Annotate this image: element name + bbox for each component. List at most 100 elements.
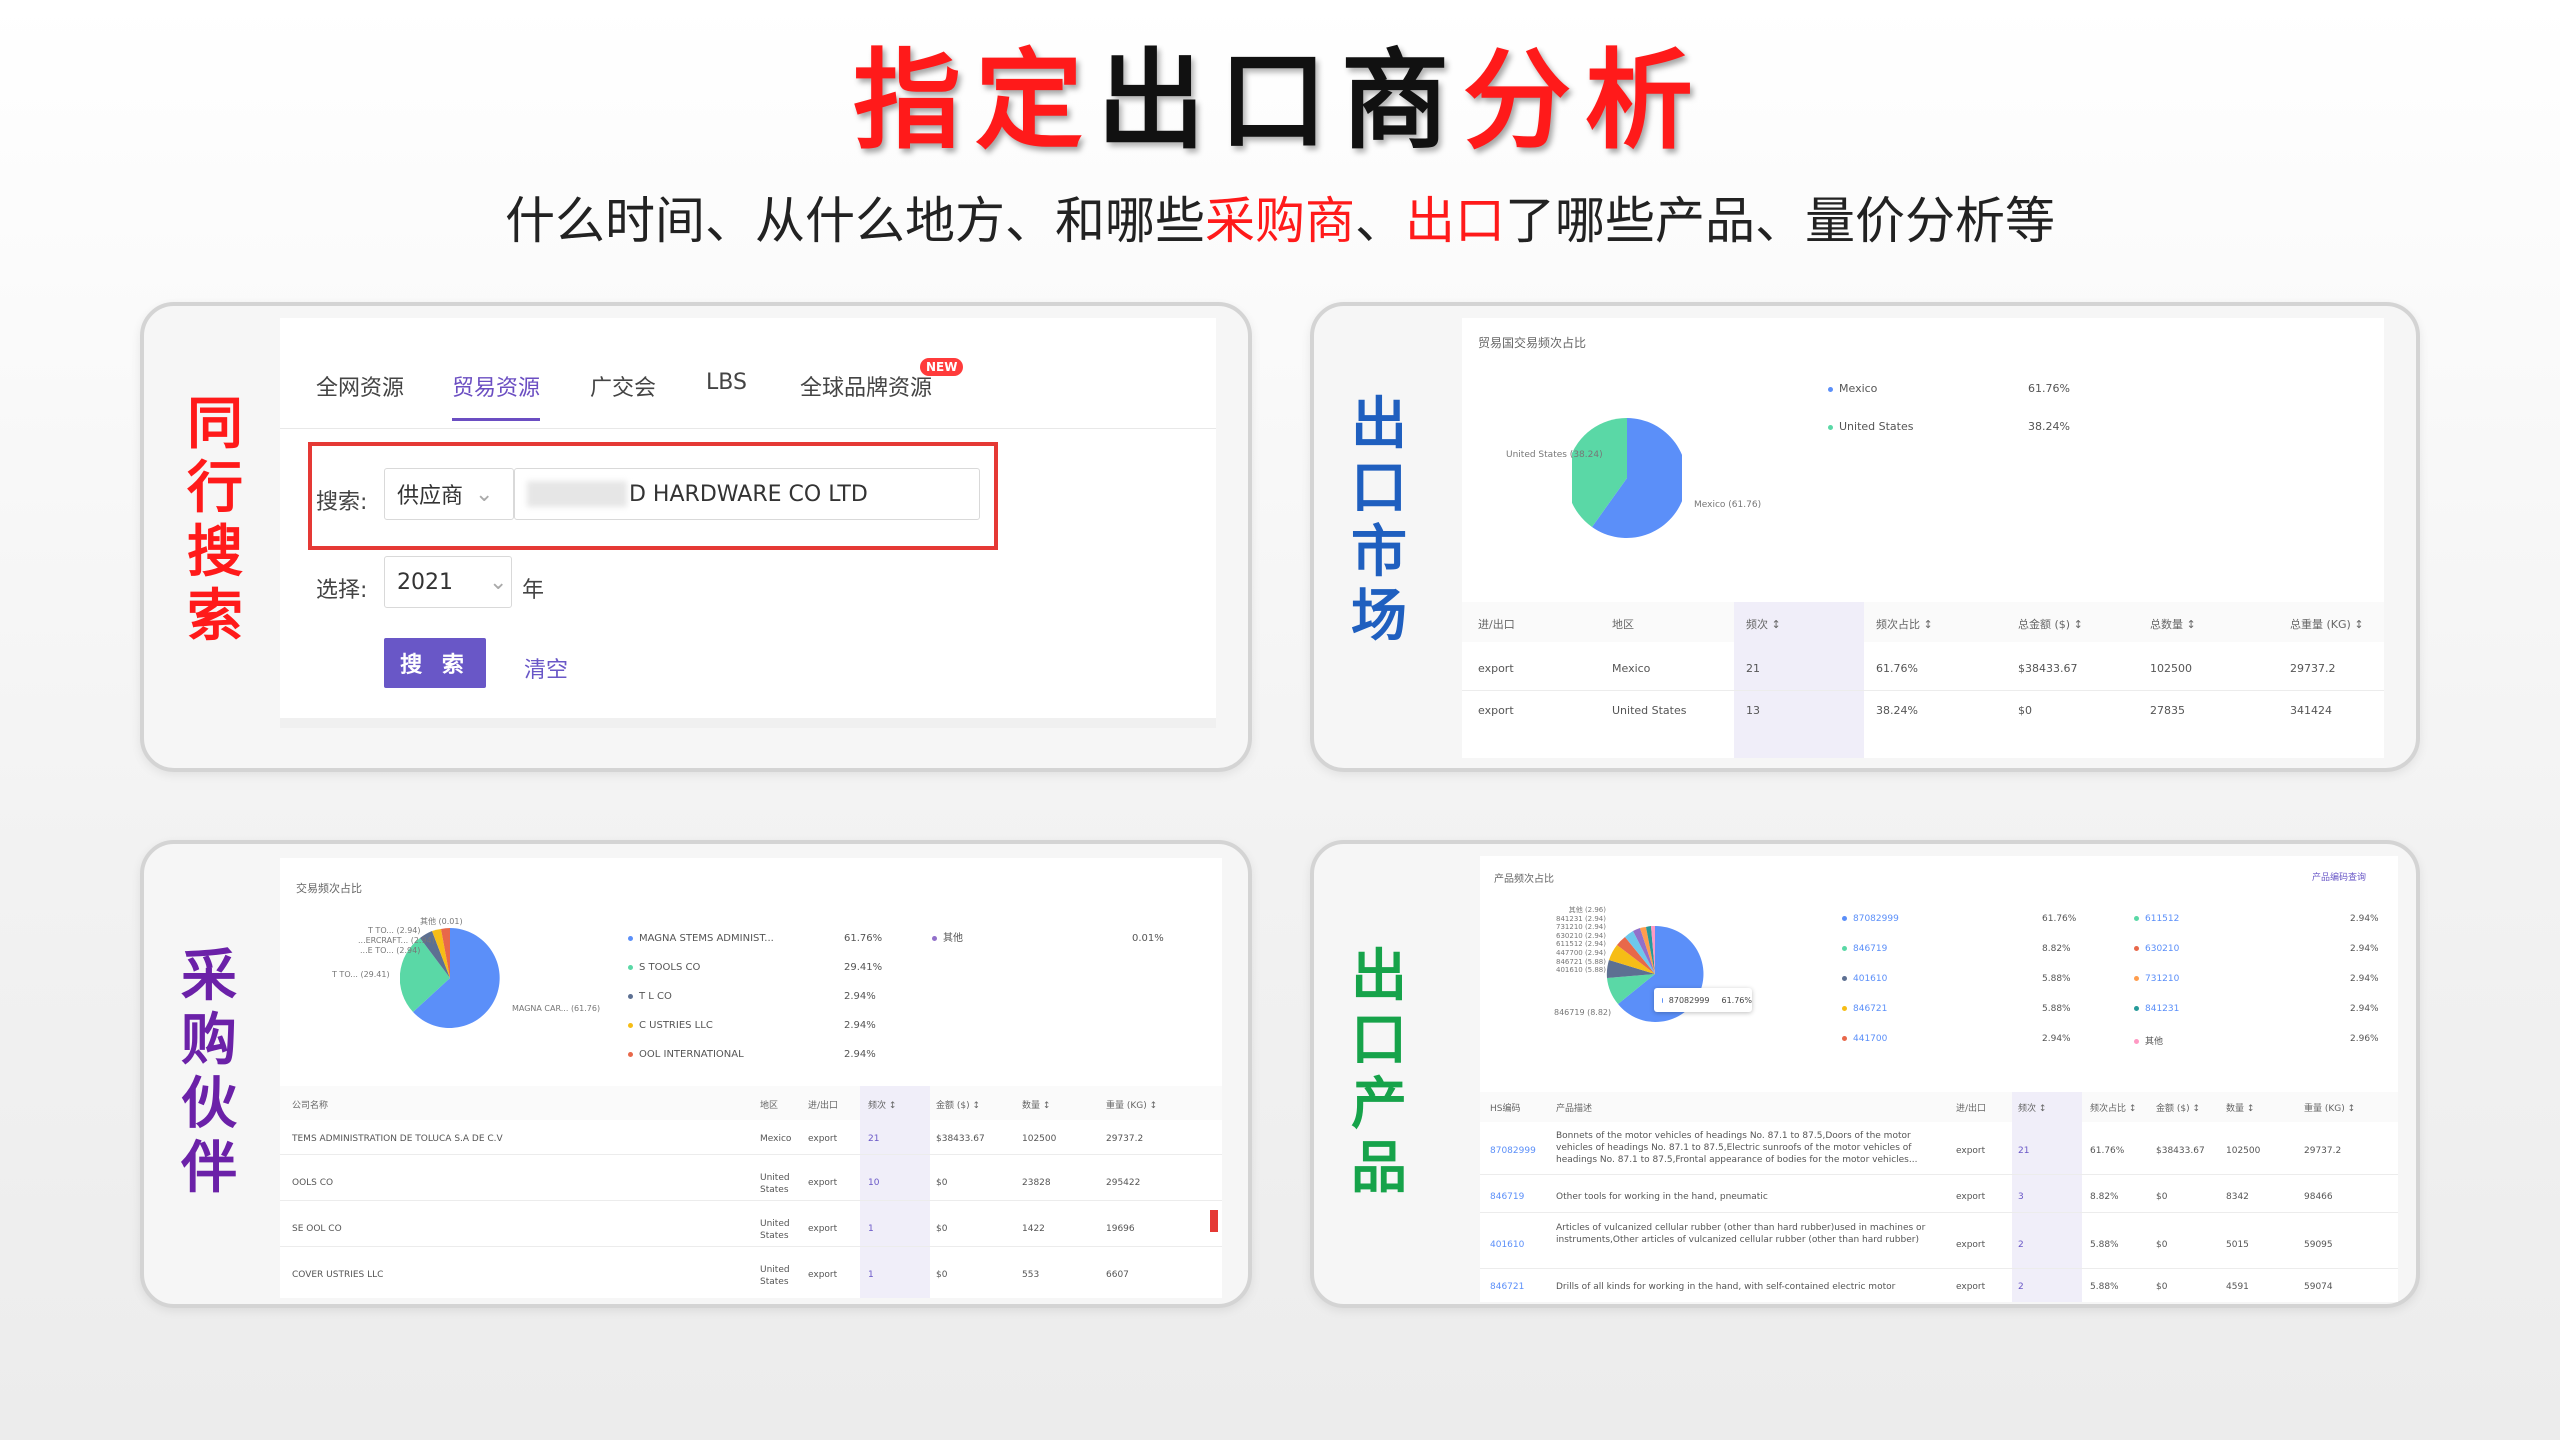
search-query-input[interactable]: D HARDWARE CO LTD: [514, 468, 980, 520]
legend-pct: 2.94%: [2350, 944, 2379, 954]
products-cell[interactable]: 401610: [1490, 1240, 1524, 1250]
th-hs-code: HS编码: [1490, 1104, 1521, 1114]
partners-cell: 295422: [1106, 1178, 1141, 1188]
market-legend-item: Mexico 61.76%: [1828, 382, 2088, 395]
tab-canton-fair[interactable]: 广交会: [590, 370, 656, 402]
th-amount[interactable]: 金额 ($) ↕: [936, 1098, 980, 1111]
partners-cell: 553: [1022, 1270, 1040, 1280]
row-divider: [280, 1246, 1222, 1247]
legend-pct: 61.76%: [844, 933, 883, 944]
scroll-indicator[interactable]: [1210, 1210, 1218, 1232]
legend-item: 87082999: [1842, 914, 1899, 924]
products-cell[interactable]: 846719: [1490, 1192, 1524, 1202]
products-cell: 98466: [2304, 1192, 2333, 1202]
th-quantity[interactable]: 数量 ↕: [1022, 1098, 1050, 1111]
products-cell[interactable]: 2: [2018, 1240, 2024, 1250]
products-cell[interactable]: 2: [2018, 1282, 2024, 1292]
tab-trade[interactable]: 贸易资源: [452, 370, 541, 421]
card-export-market: 出口市场 贸易国交易频次占比 United States (38.24) Mex…: [1310, 302, 2420, 772]
th-frequency[interactable]: 频次 ↕: [1746, 616, 1781, 632]
partners-cell: SE OOL CO: [292, 1224, 342, 1234]
th-total-amount[interactable]: 总金额 ($) ↕: [2018, 616, 2083, 632]
legend-pct: 2.94%: [844, 1020, 876, 1031]
partners-cell[interactable]: 21: [868, 1134, 879, 1144]
search-button[interactable]: 搜 索: [384, 638, 486, 688]
partners-cell[interactable]: 1: [868, 1224, 874, 1234]
partners-cell[interactable]: 1: [868, 1270, 874, 1280]
th-frequency[interactable]: 频次 ↕: [868, 1098, 896, 1111]
market-chart-title: 贸易国交易频次占比: [1478, 336, 1587, 350]
th-total-qty[interactable]: 总数量 ↕: [2150, 616, 2196, 632]
products-cell: $0: [2156, 1240, 2168, 1250]
market-cell: 341424: [2290, 704, 2332, 717]
title-part-3: 分析: [1463, 39, 1708, 164]
market-panel: 贸易国交易频次占比 United States (38.24) Mexico (…: [1462, 318, 2384, 758]
search-type-select[interactable]: 供应商 ⌄: [384, 468, 514, 520]
legend-code: 630210: [2145, 944, 2180, 954]
row-divider: [1480, 1212, 2398, 1213]
tab-global-brands[interactable]: 全球品牌资源: [800, 370, 932, 402]
legend-pct: 2.94%: [844, 1049, 876, 1060]
legend-dot-icon: [932, 935, 937, 941]
subtitle-highlight: 采购商: [1205, 192, 1355, 250]
partners-cell: TEMS ADMINISTRATION DE TOLUCA S.A DE C.V: [292, 1134, 503, 1144]
partners-pie-label: T TO... (29.41): [332, 970, 390, 979]
products-cell[interactable]: 3: [2018, 1192, 2024, 1202]
year-select[interactable]: 2021 ⌄: [384, 556, 512, 608]
legend-pct: 0.01%: [1132, 933, 1164, 944]
clear-link[interactable]: 清空: [524, 652, 568, 684]
market-cell: Mexico: [1612, 662, 1651, 675]
market-legend-item: United States 38.24%: [1828, 420, 2088, 433]
products-cell[interactable]: 846721: [1490, 1282, 1524, 1292]
products-panel: 产品频次占比 产品编码查询 其他 (2.96) 841231 (2.94) 73…: [1480, 856, 2398, 1302]
tab-all-web[interactable]: 全网资源: [316, 370, 404, 402]
legend-name: C USTRIES LLC: [639, 1020, 713, 1031]
partners-cell[interactable]: 10: [868, 1178, 879, 1188]
market-cell: 38.24%: [1876, 704, 1918, 717]
legend-pct: 61.76%: [2028, 382, 2070, 395]
pie-label: 其他 (2.96): [1568, 906, 1606, 914]
pie-label: 630210 (2.94): [1556, 931, 1606, 940]
title-part-1: 指定: [852, 39, 1097, 164]
subtitle-highlight: 出口: [1405, 192, 1505, 250]
legend-code: 401610: [1853, 974, 1888, 984]
partners-cell: 19696: [1106, 1224, 1135, 1234]
legend-row: 846721 5.88% 841231 2.94%: [1842, 1004, 2382, 1034]
tab-lbs[interactable]: LBS: [706, 370, 747, 395]
products-cell[interactable]: 87082999: [1490, 1146, 1536, 1156]
products-cell: 8342: [2226, 1192, 2249, 1202]
th-total-weight[interactable]: 总重量 (KG) ↕: [2290, 616, 2364, 632]
legend-name: Mexico: [1839, 382, 1878, 395]
legend-code: 其他: [2145, 1037, 2164, 1047]
th-weight[interactable]: 重量 (KG) ↕: [2304, 1101, 2355, 1114]
th-frequency-ratio[interactable]: 频次占比 ↕: [2090, 1101, 2136, 1114]
th-amount[interactable]: 金额 ($) ↕: [2156, 1101, 2200, 1114]
legend-pct: 2.94%: [844, 991, 876, 1002]
pie-label: 611512 (2.94): [1556, 940, 1606, 949]
legend-name: S TOOLS CO: [639, 962, 701, 973]
products-cell: $38433.67: [2156, 1146, 2205, 1156]
legend-pct: 8.82%: [2042, 944, 2071, 954]
th-weight[interactable]: 重量 (KG) ↕: [1106, 1098, 1157, 1111]
products-cell: Other tools for working in the hand, pne…: [1556, 1192, 1768, 1202]
legend-item: 846721: [1842, 1004, 1887, 1014]
th-quantity[interactable]: 数量 ↕: [2226, 1101, 2254, 1114]
legend-dot-icon: [628, 935, 633, 941]
partners-cell: $0: [936, 1224, 948, 1234]
legend-code: 441700: [1853, 1034, 1888, 1044]
products-cell[interactable]: 21: [2018, 1146, 2029, 1156]
legend-pct: 5.88%: [2042, 1004, 2071, 1014]
th-frequency[interactable]: 频次 ↕: [2018, 1101, 2046, 1114]
products-cell: 5.88%: [2090, 1240, 2119, 1250]
hs-code-lookup-link[interactable]: 产品编码查询: [2312, 870, 2366, 883]
th-frequency-ratio[interactable]: 频次占比 ↕: [1876, 616, 1933, 632]
th-direction: 进/出口: [1478, 618, 1515, 631]
pie-label: 841231 (2.94): [1556, 914, 1606, 923]
legend-dot-icon: [2134, 1006, 2139, 1011]
subtitle-part: 了哪些产品、量价分析等: [1505, 192, 2055, 250]
legend-item: 其他 0.01%: [932, 924, 1172, 953]
partners-cell: $0: [936, 1178, 948, 1188]
legend-dot-icon: [2134, 976, 2139, 981]
row-divider: [280, 1154, 1222, 1155]
subtitle-part: 什么时间、从什么地方、和哪些: [505, 192, 1205, 250]
